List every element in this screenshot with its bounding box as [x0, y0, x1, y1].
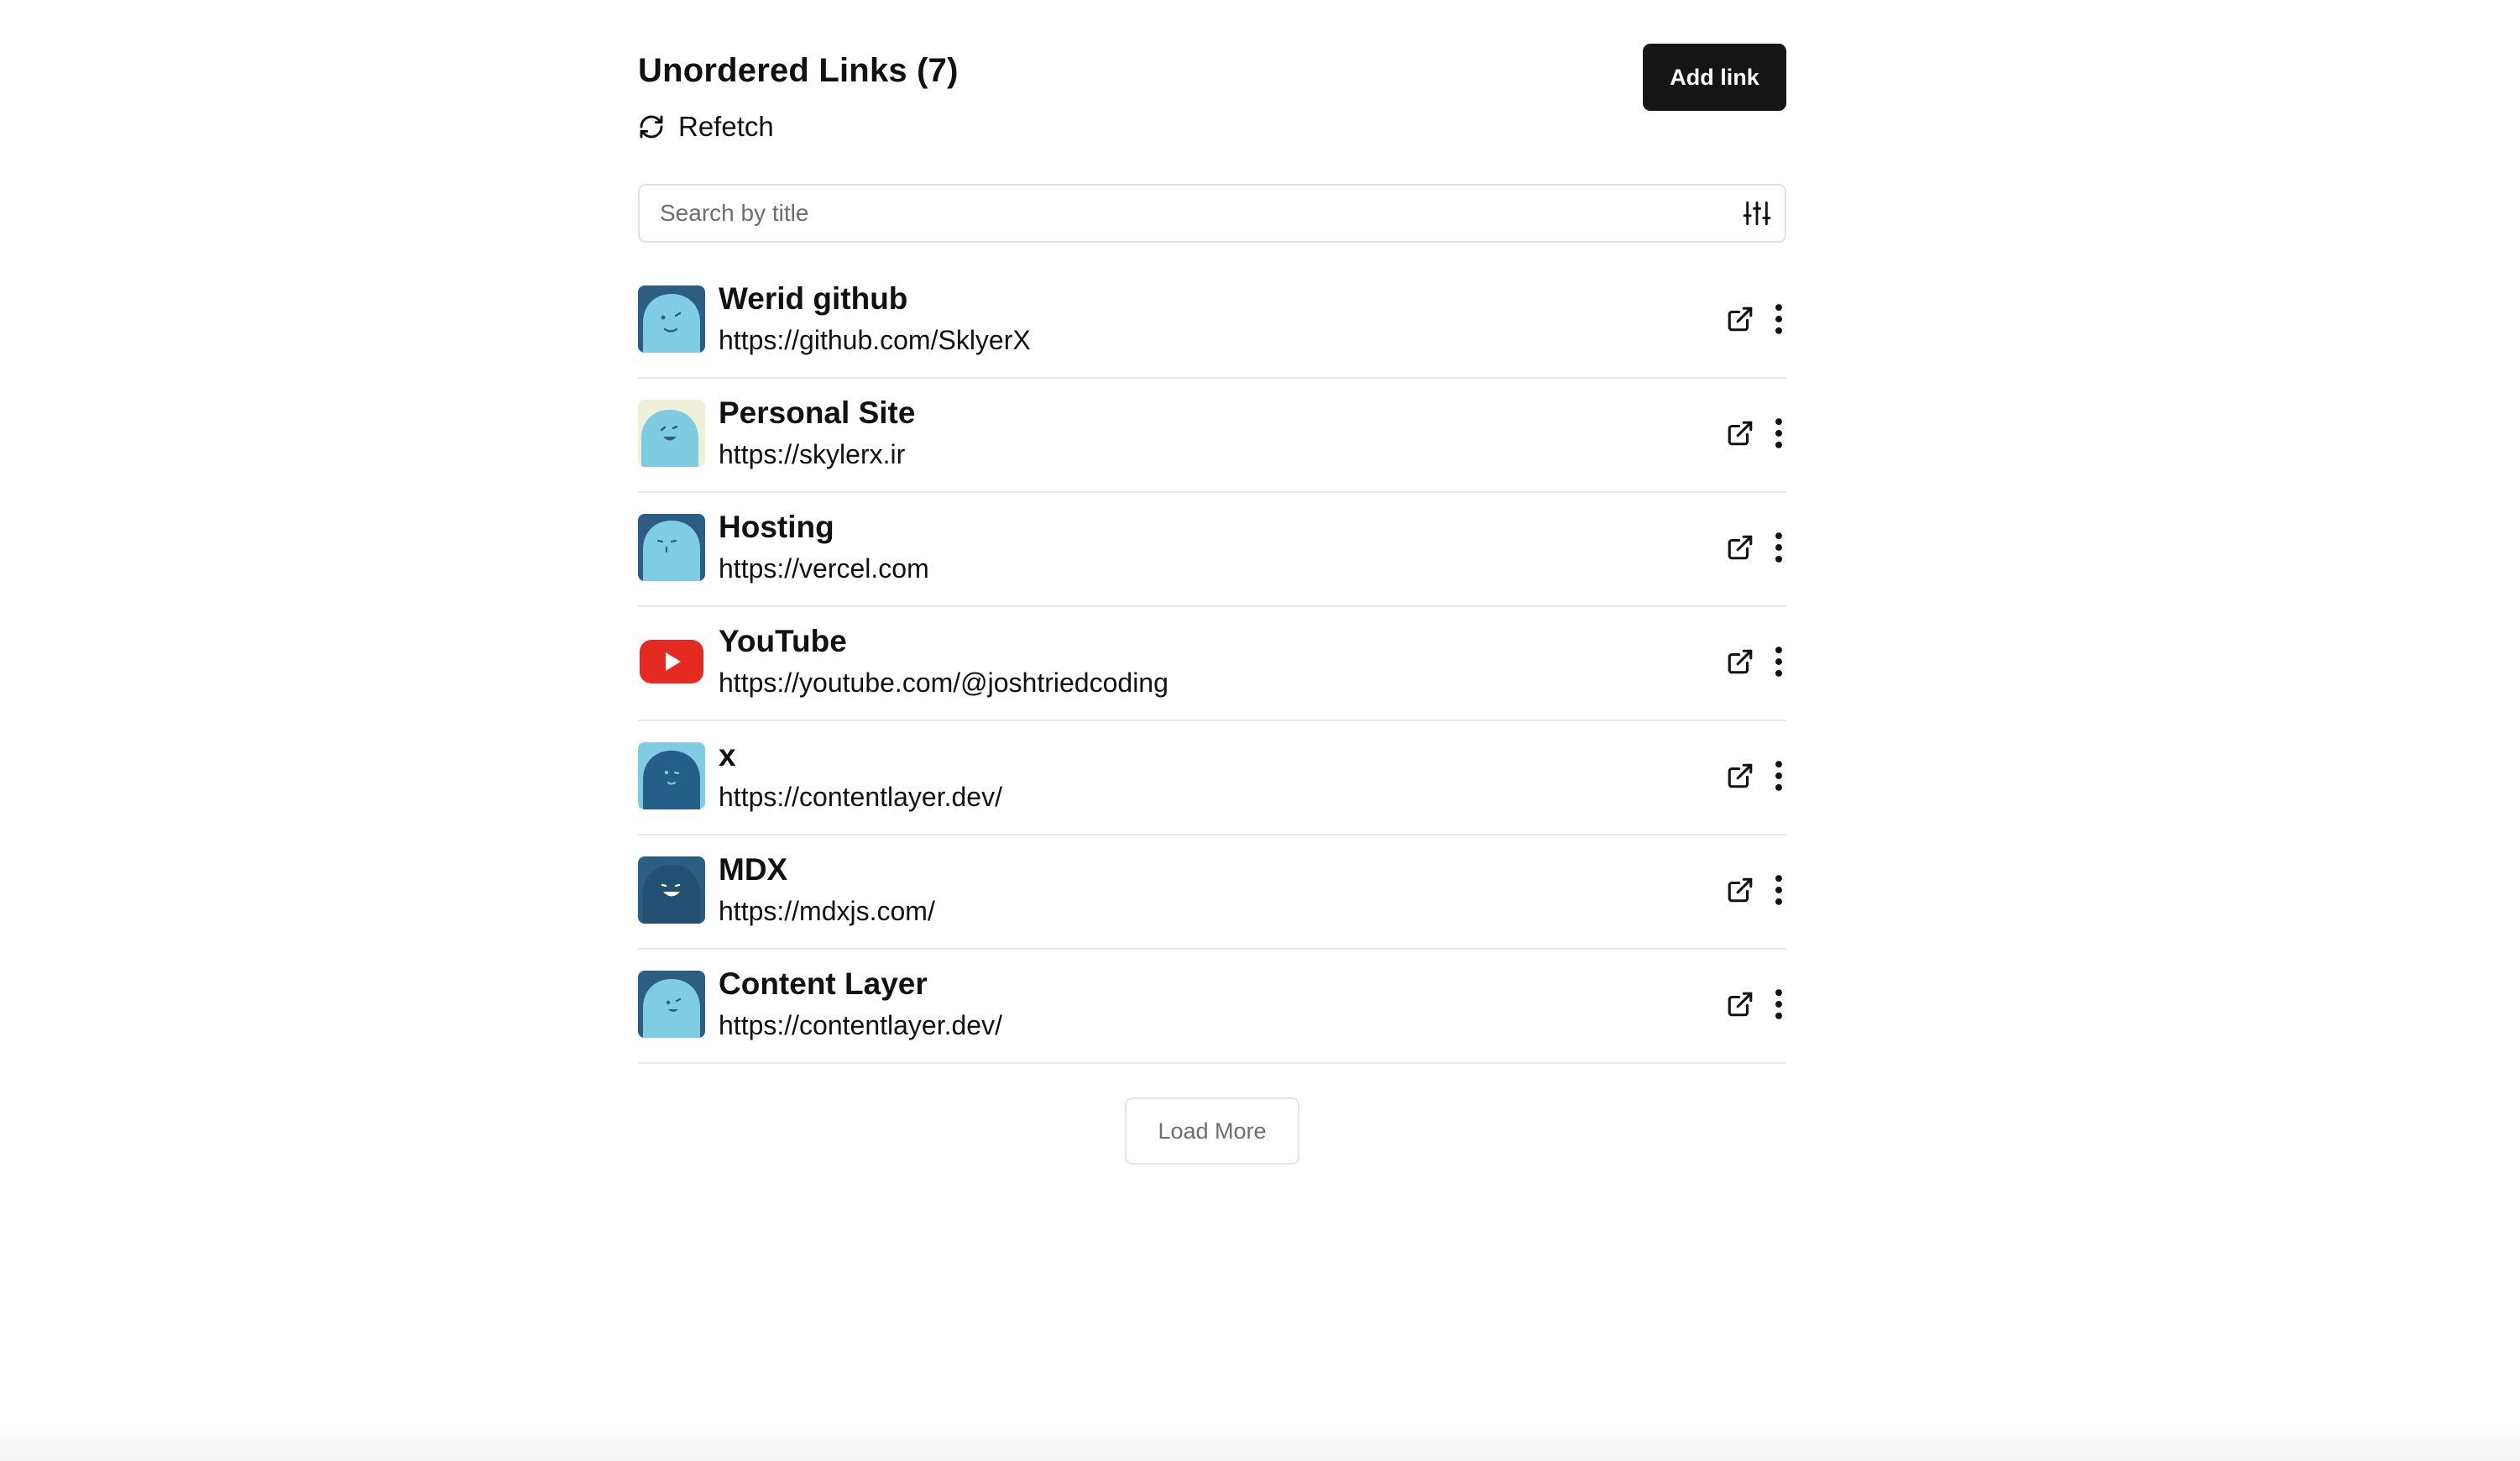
- youtube-logo-icon: [638, 628, 705, 695]
- more-vertical-icon[interactable]: [1771, 988, 1786, 1020]
- link-row[interactable]: MDX https://mdxjs.com/: [638, 835, 1786, 950]
- external-link-icon[interactable]: [1726, 647, 1754, 676]
- refetch-button[interactable]: Refetch: [638, 111, 774, 143]
- external-link-icon[interactable]: [1726, 990, 1754, 1019]
- link-row[interactable]: Personal Site https://skylerx.ir: [638, 379, 1786, 493]
- link-row[interactable]: Hosting https://vercel.com: [638, 493, 1786, 607]
- link-title: Personal Site: [719, 395, 916, 430]
- more-vertical-icon[interactable]: [1771, 760, 1786, 792]
- more-vertical-icon[interactable]: [1771, 303, 1786, 335]
- external-link-icon[interactable]: [1726, 305, 1754, 333]
- page-title: Unordered Links (7): [638, 52, 959, 89]
- add-link-button[interactable]: Add link: [1643, 44, 1786, 111]
- link-title: Werid github: [719, 281, 908, 316]
- more-vertical-icon[interactable]: [1771, 417, 1786, 449]
- ghost-avatar-icon: [638, 514, 705, 581]
- link-list: Werid github https://github.com/SklyerX: [638, 264, 1786, 1064]
- more-vertical-icon[interactable]: [1771, 646, 1786, 678]
- ghost-avatar-icon: [638, 742, 705, 809]
- link-row[interactable]: YouTube https://youtube.com/@joshtriedco…: [638, 607, 1786, 721]
- search-bar: [638, 184, 1786, 243]
- ghost-avatar-icon: [638, 856, 705, 924]
- link-row[interactable]: Werid github https://github.com/SklyerX: [638, 264, 1786, 379]
- link-url: https://youtube.com/@joshtriedcoding: [719, 668, 1169, 698]
- filter-sliders-icon[interactable]: [1743, 199, 1771, 228]
- ghost-avatar-icon: [638, 971, 705, 1038]
- external-link-icon[interactable]: [1726, 533, 1754, 562]
- external-link-icon[interactable]: [1726, 762, 1754, 790]
- page: Unordered Links (7) Refetch Add link Sea…: [0, 0, 2520, 1461]
- link-title: Content Layer: [719, 966, 928, 1001]
- link-url: https://contentlayer.dev/: [719, 782, 1002, 812]
- more-vertical-icon[interactable]: [1771, 532, 1786, 563]
- link-row[interactable]: Content Layer https://contentlayer.dev/: [638, 950, 1786, 1064]
- header: Unordered Links (7) Refetch Add link: [638, 44, 1786, 143]
- more-vertical-icon[interactable]: [1771, 874, 1786, 906]
- link-title: x: [719, 738, 736, 772]
- link-title: MDX: [719, 852, 788, 887]
- link-row[interactable]: x https://contentlayer.dev/: [638, 721, 1786, 835]
- ghost-avatar-icon: [638, 285, 705, 353]
- link-url: https://mdxjs.com/: [719, 896, 935, 926]
- links-panel: Unordered Links (7) Refetch Add link Sea…: [638, 44, 1786, 1165]
- link-title: YouTube: [719, 624, 847, 658]
- external-link-icon[interactable]: [1726, 419, 1754, 448]
- search-input[interactable]: [640, 186, 1743, 241]
- load-more-button[interactable]: Load More: [1125, 1097, 1299, 1165]
- refresh-icon: [638, 113, 665, 140]
- link-url: https://contentlayer.dev/: [719, 1010, 1002, 1040]
- link-title: Hosting: [719, 510, 834, 544]
- external-link-icon[interactable]: [1726, 876, 1754, 904]
- link-url: https://vercel.com: [719, 553, 929, 584]
- bottom-shade: [0, 1426, 2520, 1461]
- link-url: https://skylerx.ir: [719, 439, 906, 469]
- refetch-label: Refetch: [678, 111, 774, 142]
- link-url: https://github.com/SklyerX: [719, 325, 1031, 355]
- ghost-avatar-icon: [638, 400, 705, 467]
